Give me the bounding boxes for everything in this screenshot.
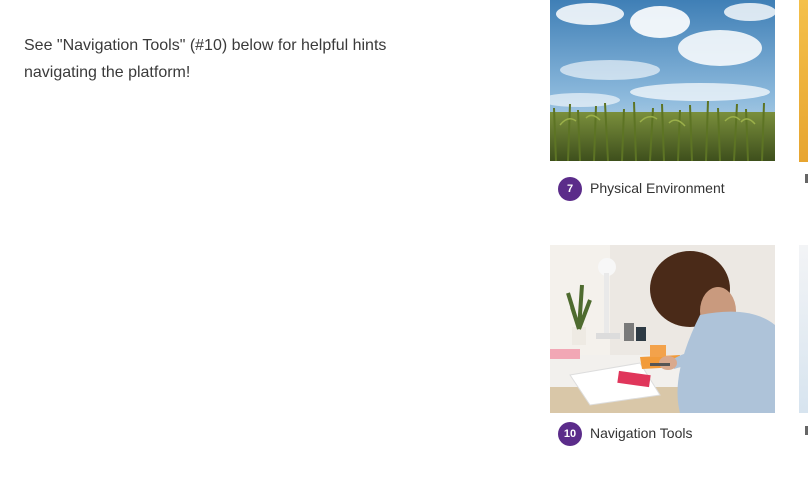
number-badge: 7 <box>558 177 582 201</box>
card-caption: 10 Navigation Tools <box>550 422 775 452</box>
card-label[interactable]: Physical Environment <box>590 180 725 196</box>
intro-text: See "Navigation Tools" (#10) below for h… <box>24 37 387 81</box>
cornfield-sky-image[interactable] <box>550 0 775 168</box>
card-label[interactable]: Navigation Tools <box>590 425 692 441</box>
next-card-image-peek[interactable] <box>799 0 808 162</box>
card-physical-environment[interactable]: 7 Physical Environment <box>550 0 775 207</box>
card-navigation-tools[interactable]: 10 Navigation Tools <box>550 245 775 452</box>
card-caption: 7 Physical Environment <box>550 177 775 207</box>
woman-at-desk-image[interactable] <box>550 245 775 413</box>
next-card-image-peek[interactable] <box>799 245 808 413</box>
number-badge: 10 <box>558 422 582 446</box>
